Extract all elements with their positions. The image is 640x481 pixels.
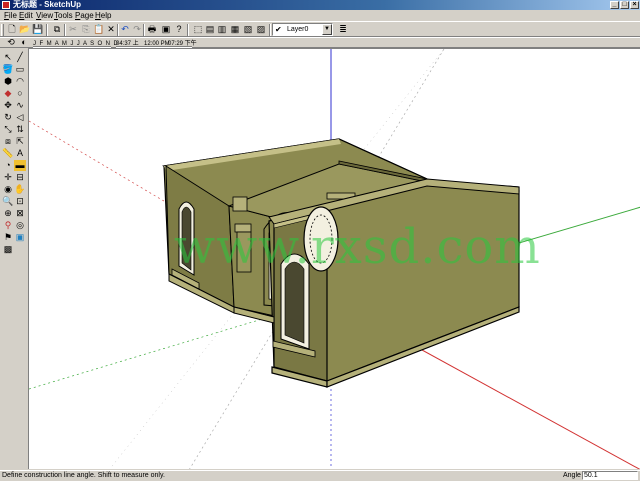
layer-tool-icon[interactable]: ▣ xyxy=(14,232,26,243)
polygon-tool-icon[interactable]: ◁ xyxy=(14,112,26,123)
tape-measure-icon[interactable]: 📏 xyxy=(2,148,14,159)
view-front-icon[interactable]: ▥ xyxy=(215,23,229,36)
new-file-icon[interactable]: 🗋 xyxy=(5,23,19,36)
look-around-icon[interactable]: ◎ xyxy=(14,220,26,231)
select-tool-icon[interactable]: ↖ xyxy=(2,52,14,63)
menu-file[interactable]: File xyxy=(4,10,17,21)
toolbar-grip[interactable] xyxy=(1,24,4,36)
toolbar-separator xyxy=(269,24,271,36)
menu-tools[interactable]: Tools xyxy=(54,10,73,21)
layer-select[interactable]: ✔ Layer0 ▼ xyxy=(272,23,333,36)
chevron-down-icon[interactable]: ▼ xyxy=(322,24,332,35)
watermark: www.rxsd.com xyxy=(174,219,541,275)
view-back-icon[interactable]: ▧ xyxy=(241,23,255,36)
menu-page[interactable]: Page xyxy=(75,10,94,21)
pan-tool-icon[interactable]: ✋ xyxy=(14,184,26,195)
title-bar: 无标题 - SketchUp _ □ × xyxy=(0,0,640,10)
paint-bucket-icon[interactable]: 🪣 xyxy=(2,64,14,75)
model-info-icon[interactable]: ▣ xyxy=(159,23,173,36)
component-tool-icon[interactable]: ⬢ xyxy=(2,76,14,87)
walk-tool-icon[interactable]: ⚲ xyxy=(2,220,14,231)
copy-icon[interactable]: ⎘ xyxy=(79,23,93,36)
cut-icon[interactable]: ✂ xyxy=(66,23,80,36)
model-viewport[interactable]: www.rxsd.com xyxy=(28,48,640,469)
line-tool-icon[interactable]: ╱ xyxy=(14,52,26,63)
zoom-tool-icon[interactable]: 🔍 xyxy=(2,196,14,207)
minimize-button[interactable]: _ xyxy=(610,1,619,9)
menu-view[interactable]: View xyxy=(36,10,53,21)
erase-icon[interactable]: ✕ xyxy=(104,23,118,36)
previous-view-icon[interactable]: ⊠ xyxy=(14,208,26,219)
position-camera-icon[interactable]: ⚑ xyxy=(2,232,14,243)
save-icon[interactable]: 💾 xyxy=(31,23,45,36)
redo-icon[interactable]: ↷ xyxy=(130,23,144,36)
zoom-extents-icon[interactable]: ⊕ xyxy=(2,208,14,219)
texture-tool-icon[interactable]: ▩ xyxy=(2,244,14,255)
standard-toolbar: 🗋 📂 💾 ⧉ ✂ ⎘ 📋 ✕ ↶ ↷ 🖶 ▣ ? ⬚ ▤ ▥ ▦ ▧ ▨ ✔ … xyxy=(0,21,640,37)
protractor-tool-icon[interactable]: ◔ xyxy=(2,160,14,171)
print-icon[interactable]: 🖶 xyxy=(145,23,159,36)
orbit-tool-icon[interactable]: ◉ xyxy=(2,184,14,195)
current-layer-check-icon: ✔ xyxy=(275,25,282,34)
layer-manager-icon[interactable]: ≣ xyxy=(336,23,350,36)
shadow-toolbar: ⟲ ◐ J F M A M J J A S O N D 04:37 上 12:0… xyxy=(0,37,640,48)
zoom-window-icon[interactable]: ⊡ xyxy=(14,196,26,207)
section-tool-icon[interactable]: ⊟ xyxy=(14,172,26,183)
measurement-input[interactable]: 50.1 xyxy=(582,471,638,480)
follow-me-tool-icon[interactable]: ⇱ xyxy=(14,136,26,147)
menu-bar: File Edit View Tools Page Help xyxy=(0,10,640,21)
toolbar-separator xyxy=(187,24,189,36)
tool-palette: ↖ ╱ 🪣 ▭ ⬢ ◠ ◆ ○ ✥ ∿ ↻ ◁ ⤡ ⇅ ⧈ ⇱ 📏 A ◔ ▬ … xyxy=(0,50,28,470)
maximize-button[interactable]: □ xyxy=(620,1,629,9)
view-left-icon[interactable]: ▨ xyxy=(254,23,268,36)
status-bar: Define construction line angle. Shift to… xyxy=(0,470,640,480)
arc-tool-icon[interactable]: ◠ xyxy=(14,76,26,87)
circle-tool-icon[interactable]: ○ xyxy=(14,88,26,99)
text-tool-icon[interactable]: ▬ xyxy=(14,160,26,171)
app-icon xyxy=(2,1,10,9)
close-button[interactable]: × xyxy=(630,1,639,9)
layer-name: Layer0 xyxy=(287,26,309,33)
orbit-icon[interactable]: ⟲ xyxy=(4,37,18,48)
move-tool-icon[interactable]: ✥ xyxy=(2,100,14,111)
menu-edit[interactable]: Edit xyxy=(19,10,33,21)
eraser-tool-icon[interactable]: ◆ xyxy=(2,88,14,99)
scale-tool-icon[interactable]: ⤡ xyxy=(2,124,14,135)
view-right-icon[interactable]: ▦ xyxy=(228,23,242,36)
sketchup-window: 无标题 - SketchUp _ □ × File Edit View Tool… xyxy=(0,0,640,480)
window-title: 无标题 - SketchUp xyxy=(13,0,82,9)
toolbar-separator xyxy=(46,24,48,36)
rotate-tool-icon[interactable]: ↻ xyxy=(2,112,14,123)
freehand-tool-icon[interactable]: ∿ xyxy=(14,100,26,111)
menu-help[interactable]: Help xyxy=(95,10,111,21)
push-pull-tool-icon[interactable]: ⇅ xyxy=(14,124,26,135)
shadow-settings-icon[interactable]: ◐ xyxy=(17,37,31,48)
offset-tool-icon[interactable]: ⧈ xyxy=(2,136,14,147)
make-component-icon[interactable]: ⧉ xyxy=(50,23,64,36)
axes-tool-icon[interactable]: ✛ xyxy=(2,172,14,183)
context-help-icon[interactable]: ? xyxy=(172,23,186,36)
open-folder-icon[interactable]: 📂 xyxy=(18,23,32,36)
dimension-tool-icon[interactable]: A xyxy=(14,148,26,159)
pilaster-cap xyxy=(232,196,248,212)
rectangle-tool-icon[interactable]: ▭ xyxy=(14,64,26,75)
